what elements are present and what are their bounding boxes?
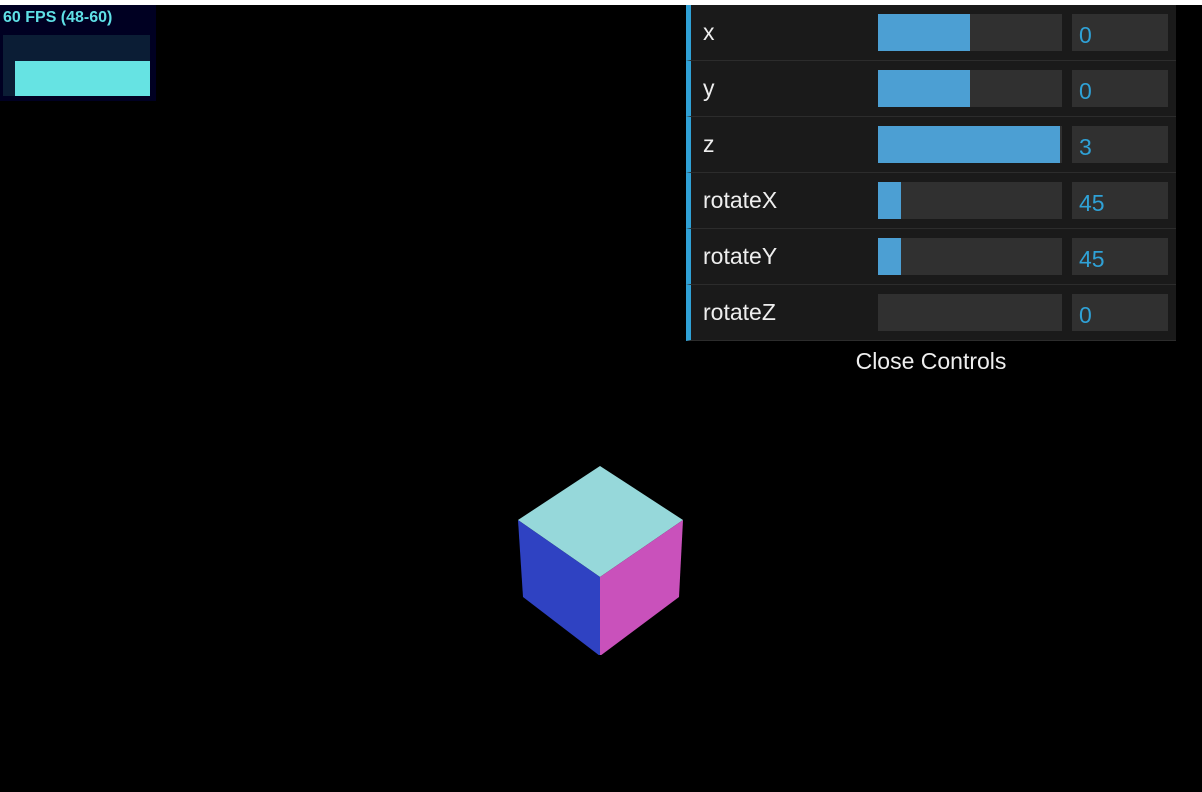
control-row-y: y 0 — [686, 61, 1176, 117]
slider-fill — [878, 126, 1061, 163]
rotatez-slider[interactable] — [878, 294, 1062, 331]
control-row-z: z 3 — [686, 117, 1176, 173]
slider-fill — [878, 14, 970, 51]
control-row-x: x 0 — [686, 5, 1176, 61]
control-row-rotatez: rotateZ 0 — [686, 285, 1176, 341]
close-controls-button[interactable]: Close Controls — [686, 341, 1176, 381]
control-label: rotateX — [703, 187, 778, 213]
rotatez-number-input[interactable]: 0 — [1072, 294, 1168, 331]
control-label: rotateY — [703, 243, 778, 269]
rotatex-slider[interactable] — [878, 182, 1062, 219]
y-slider[interactable] — [878, 70, 1062, 107]
y-number-input[interactable]: 0 — [1072, 70, 1168, 107]
slider-fill — [878, 70, 970, 107]
fps-label: 60 FPS (48-60) — [3, 9, 113, 26]
control-row-rotatex: rotateX 45 — [686, 173, 1176, 229]
control-label: z — [703, 131, 715, 157]
webgl-canvas[interactable]: 60 FPS (48-60) x 0 y 0 z 3 rotateX 45 ro… — [0, 5, 1202, 792]
fps-stats-panel[interactable]: 60 FPS (48-60) — [0, 5, 156, 101]
z-number-input[interactable]: 3 — [1072, 126, 1168, 163]
x-number-input[interactable]: 0 — [1072, 14, 1168, 51]
slider-fill — [878, 238, 901, 275]
rotatey-slider[interactable] — [878, 238, 1062, 275]
control-label: rotateZ — [703, 299, 776, 325]
z-slider[interactable] — [878, 126, 1062, 163]
rotatey-number-input[interactable]: 45 — [1072, 238, 1168, 275]
controls-panel: x 0 y 0 z 3 rotateX 45 rotateY 45 rotate… — [686, 5, 1176, 381]
control-label: y — [703, 75, 715, 101]
x-slider[interactable] — [878, 14, 1062, 51]
cube — [518, 466, 683, 655]
fps-graph-bar — [15, 60, 150, 96]
fps-graph — [3, 35, 150, 96]
rotatex-number-input[interactable]: 45 — [1072, 182, 1168, 219]
slider-fill — [878, 182, 901, 219]
control-label: x — [703, 19, 715, 45]
control-row-rotatey: rotateY 45 — [686, 229, 1176, 285]
